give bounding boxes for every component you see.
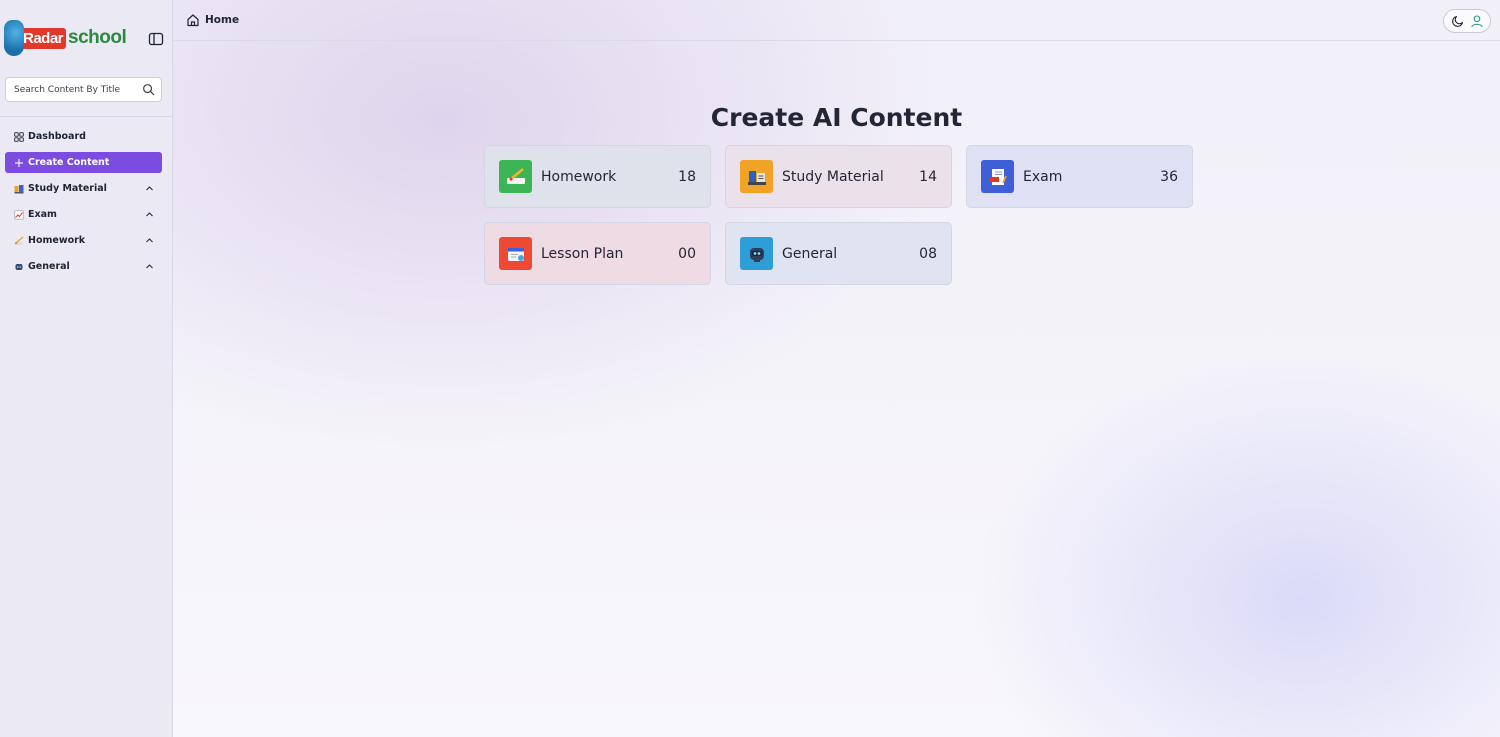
logo-row: Radar school xyxy=(0,0,172,72)
card-study-material[interactable]: Study Material 14 xyxy=(725,145,952,208)
study-material-icon xyxy=(14,184,24,193)
top-bar: Home xyxy=(173,0,1500,41)
main-content: Home Create AI Content Homework 18 Study… xyxy=(173,0,1500,737)
sidebar-divider xyxy=(0,116,172,117)
general-icon xyxy=(15,263,23,270)
homework-icon xyxy=(499,160,532,193)
sidebar-item-dashboard[interactable]: Dashboard xyxy=(5,126,162,147)
card-count: 00 xyxy=(678,245,696,262)
sidebar-item-label: Homework xyxy=(28,235,86,246)
general-robot-icon xyxy=(740,237,773,270)
study-material-icon xyxy=(740,160,773,193)
dashboard-grid-icon xyxy=(14,131,24,142)
breadcrumb-label: Home xyxy=(205,14,240,26)
user-profile-button[interactable] xyxy=(1470,14,1484,28)
card-lesson-plan[interactable]: Lesson Plan 00 xyxy=(484,222,711,285)
sidebar-item-create-content[interactable]: Create Content xyxy=(5,152,162,173)
card-count: 08 xyxy=(919,245,937,262)
exam-icon xyxy=(14,210,24,219)
card-label: General xyxy=(782,245,838,262)
sidebar-item-label: Study Material xyxy=(28,183,107,194)
sidebar-item-exam[interactable]: Exam xyxy=(5,204,162,225)
moon-icon xyxy=(1451,15,1463,27)
chevron-up-icon[interactable] xyxy=(145,184,154,193)
exam-icon xyxy=(981,160,1014,193)
radar-school-logo[interactable]: Radar school xyxy=(4,20,127,56)
user-icon xyxy=(1470,15,1483,28)
card-label: Exam xyxy=(1023,168,1063,185)
search-box xyxy=(5,77,162,102)
logo-text-radar: Radar xyxy=(20,27,67,49)
search-icon[interactable] xyxy=(142,83,155,96)
breadcrumb-home[interactable]: Home xyxy=(186,13,239,27)
lesson-plan-icon xyxy=(499,237,532,270)
sidebar-item-homework[interactable]: Homework xyxy=(5,230,162,251)
sidebar-item-study-material[interactable]: Study Material xyxy=(5,178,162,199)
sidebar-item-label: Exam xyxy=(28,209,57,220)
logo-text-school: school xyxy=(68,27,127,48)
sidebar-item-label: Create Content xyxy=(28,157,110,168)
card-count: 14 xyxy=(919,168,937,185)
search-input[interactable] xyxy=(6,78,141,101)
card-exam[interactable]: Exam 36 xyxy=(966,145,1193,208)
dark-mode-toggle[interactable] xyxy=(1451,14,1465,28)
card-count: 18 xyxy=(678,168,696,185)
sidebar: Radar school Dashboard Create Content xyxy=(0,0,173,737)
sidebar-toggle-icon[interactable] xyxy=(148,31,164,47)
chevron-up-icon[interactable] xyxy=(145,210,154,219)
card-label: Study Material xyxy=(782,168,884,185)
top-actions xyxy=(1443,9,1491,33)
card-label: Homework xyxy=(541,168,617,185)
homework-icon xyxy=(14,236,24,245)
plus-icon xyxy=(15,158,23,167)
sidebar-item-label: General xyxy=(28,261,70,272)
card-label: Lesson Plan xyxy=(541,245,624,262)
page-title: Create AI Content xyxy=(710,103,963,132)
card-general[interactable]: General 08 xyxy=(725,222,952,285)
chevron-up-icon[interactable] xyxy=(145,236,154,245)
sidebar-item-label: Dashboard xyxy=(28,131,86,142)
home-icon xyxy=(187,14,199,27)
card-count: 36 xyxy=(1160,168,1178,185)
card-homework[interactable]: Homework 18 xyxy=(484,145,711,208)
globe-icon xyxy=(4,20,24,56)
sidebar-item-general[interactable]: General xyxy=(5,256,162,277)
chevron-up-icon[interactable] xyxy=(145,262,154,271)
